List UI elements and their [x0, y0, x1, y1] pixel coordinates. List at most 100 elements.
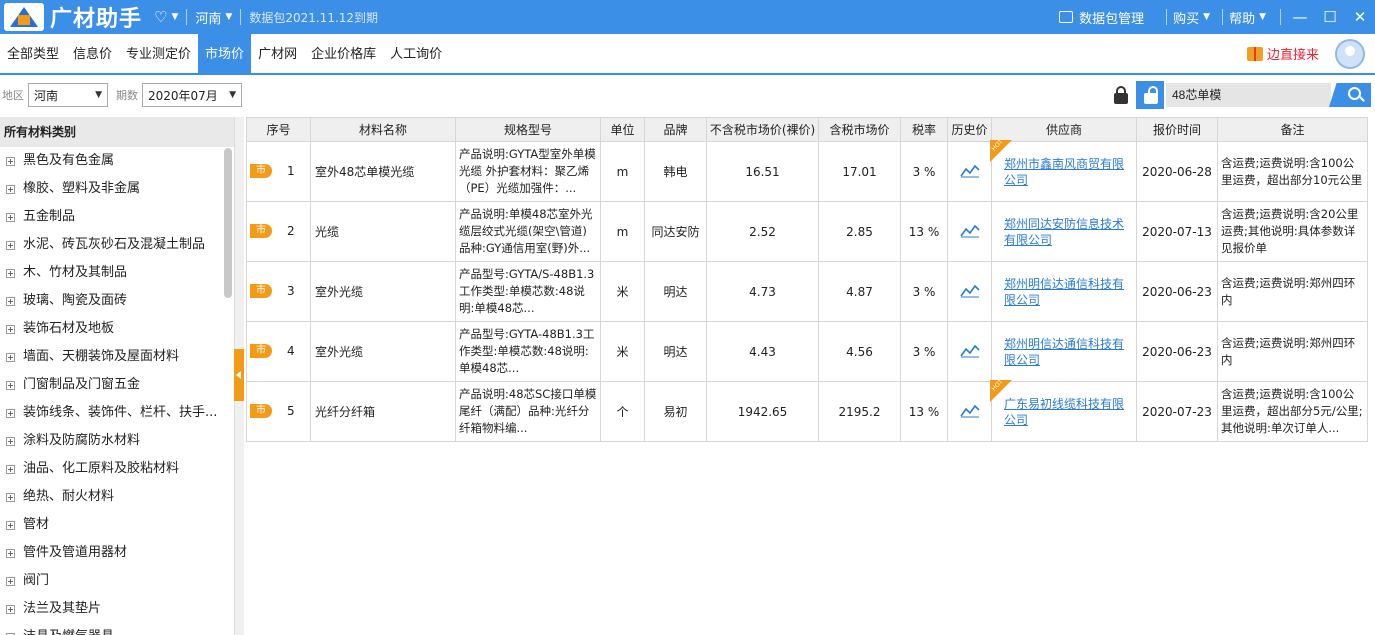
price-ex-tax-cell: 16.51	[706, 141, 819, 202]
supplier-link[interactable]: 郑州明信达通信科技有限公司	[1004, 277, 1124, 307]
quote-date-cell: 2020-07-23	[1136, 381, 1218, 442]
unlock-icon[interactable]	[1136, 81, 1164, 109]
spec-text: 产品说明:GYTA型室外单模光缆 外护套材料：聚乙烯（PE）光缆加强件：...	[459, 147, 596, 195]
minimize-icon[interactable]: —	[1285, 8, 1315, 26]
col-quote-date-header[interactable]: 报价时间	[1136, 117, 1218, 142]
supplier-link[interactable]: 郑州同达安防信息技术有限公司	[1004, 217, 1124, 247]
expand-icon[interactable]	[6, 408, 15, 418]
tab-all-types[interactable]: 全部类型	[0, 34, 66, 73]
tab-market-price[interactable]: 市场价	[198, 34, 252, 73]
sidebar-category-item[interactable]: 墙面、天棚装饰及屋面材料	[0, 343, 234, 371]
table-row[interactable]: 市 2 光缆 产品说明:单模48芯室外光缆层绞式光缆(架空\管道)品种:GY通信用室(…	[246, 201, 1368, 262]
sidebar-category-item[interactable]: 阀门	[0, 567, 234, 595]
tax-rate-cell: 3 %	[900, 141, 948, 202]
supplier-link[interactable]: 郑州市鑫南风商贸有限公司	[1004, 157, 1124, 187]
material-name: 室外光缆	[310, 321, 456, 382]
tab-professional-price[interactable]: 专业测定价	[119, 34, 198, 73]
tab-info-price[interactable]: 信息价	[66, 34, 119, 73]
sidebar-category-item[interactable]: 玻璃、陶瓷及面砖	[0, 287, 234, 315]
sidebar-category-item[interactable]: 五金制品	[0, 203, 234, 231]
tab-guangcai-web[interactable]: 广材网	[251, 34, 304, 73]
buy-menu[interactable]: 购买 ▼	[1173, 8, 1210, 27]
sidebar-category-item[interactable]: 管材	[0, 511, 234, 539]
search-input[interactable]	[1166, 83, 1331, 107]
expand-icon[interactable]	[6, 520, 15, 530]
sidebar-category-item[interactable]: 木、竹材及其制品	[0, 259, 234, 287]
chart-icon[interactable]	[959, 282, 980, 298]
expand-icon[interactable]	[6, 324, 15, 334]
collapse-sidebar-button[interactable]	[234, 349, 244, 401]
chart-icon[interactable]	[959, 342, 980, 358]
col-supplier-header[interactable]: 供应商	[991, 117, 1137, 142]
help-menu[interactable]: 帮助 ▼	[1229, 8, 1266, 27]
supplier-link[interactable]: 广东易初线缆科技有限公司	[1004, 397, 1124, 427]
expand-icon[interactable]	[6, 604, 15, 614]
sidebar-category-item[interactable]: 装饰线条、装饰件、栏杆、扶手...	[0, 399, 234, 427]
col-index-header[interactable]: 序号	[246, 117, 311, 142]
expand-icon[interactable]	[6, 352, 15, 362]
maximize-icon[interactable]: ☐	[1315, 8, 1345, 26]
expand-icon[interactable]	[6, 212, 15, 222]
table-row[interactable]: 市 3 室外光缆 产品型号:GYTA/S-48B1.3工作类型:单模芯数:48说明:单…	[246, 261, 1368, 322]
col-material-name-header[interactable]: 材料名称	[310, 117, 456, 142]
region-select[interactable]: 河南 ▼	[28, 83, 108, 107]
avatar-icon[interactable]	[1335, 39, 1365, 69]
expand-icon[interactable]	[6, 576, 15, 586]
nav-bar: 全部类型 信息价 专业测定价 市场价 广材网 企业价格库 人工询价 边直接来	[0, 34, 1375, 75]
sidebar-category-item[interactable]: 门窗制品及门窗五金	[0, 371, 234, 399]
close-icon[interactable]: ✕	[1345, 8, 1375, 26]
chevron-down-icon[interactable]: ▼	[171, 12, 178, 22]
col-tax-rate-header[interactable]: 税率	[900, 117, 948, 142]
col-spec-header[interactable]: 规格型号	[455, 117, 601, 142]
expand-icon[interactable]	[6, 464, 15, 474]
expand-icon[interactable]	[6, 240, 15, 250]
col-history-header[interactable]: 历史价	[947, 117, 992, 142]
sidebar-category-item[interactable]: 水泥、砖瓦灰砂石及混凝土制品	[0, 231, 234, 259]
table-row[interactable]: 市 1 室外48芯单模光缆 产品说明:GYTA型室外单模光缆 外护套材料：聚乙烯（PE…	[246, 140, 1368, 202]
col-price-ex-tax-header[interactable]: 不含税市场价(裸价)	[706, 117, 819, 142]
chart-icon[interactable]	[959, 402, 980, 418]
tab-manual-inquiry[interactable]: 人工询价	[383, 34, 449, 73]
col-price-in-tax-header[interactable]: 含税市场价	[818, 117, 901, 142]
table-row[interactable]: 市 4 室外光缆 产品型号:GYTA-48B1.3工作类型:单模芯数:48说明:单模4…	[246, 321, 1368, 382]
sidebar-category-item[interactable]: 黑色及有色金属	[0, 147, 234, 175]
expand-icon[interactable]	[6, 184, 15, 194]
expand-icon[interactable]	[6, 296, 15, 306]
chevron-down-icon[interactable]: ▼	[225, 12, 232, 22]
buy-label: 购买	[1173, 11, 1200, 27]
chart-icon[interactable]	[959, 162, 980, 178]
supplier-link[interactable]: 郑州明信达通信科技有限公司	[1004, 337, 1124, 367]
spec-text: 产品说明:48芯SC接口单模尾纤（满配）品种:光纤分纤箱物料编...	[459, 387, 597, 435]
region-selector[interactable]: 河南	[195, 8, 221, 27]
sidebar-category-item[interactable]: 油品、化工原料及胶粘材料	[0, 455, 234, 483]
sidebar-category-item[interactable]: 橡胶、塑料及非金属	[0, 175, 234, 203]
sidebar-category-item[interactable]: 涂料及防腐防水材料	[0, 427, 234, 455]
sidebar-category-item[interactable]: 绝热、耐火材料	[0, 483, 234, 511]
expand-icon[interactable]	[6, 380, 15, 390]
price-in-tax-cell: 2195.2	[818, 381, 901, 442]
expand-icon[interactable]	[6, 436, 15, 446]
period-select[interactable]: 2020年07月 ▼	[142, 83, 242, 107]
heart-icon[interactable]: ♡	[154, 8, 167, 26]
data-package-button[interactable]: 数据包管理	[1059, 8, 1144, 27]
sidebar-category-item[interactable]: 管件及管道用器材	[0, 539, 234, 567]
price-ex-tax-cell: 2.52	[706, 201, 819, 262]
sidebar-category-item[interactable]: 装饰石材及地板	[0, 315, 234, 343]
expand-icon[interactable]	[6, 268, 15, 278]
lock-icon[interactable]	[1111, 83, 1131, 107]
col-brand-header[interactable]: 品牌	[644, 117, 707, 142]
expand-icon[interactable]	[6, 548, 15, 558]
sidebar-category-item[interactable]: 洁具及燃气器具	[0, 623, 234, 635]
promo-banner[interactable]: 边直接来	[1246, 44, 1319, 63]
tab-enterprise-library[interactable]: 企业价格库	[304, 34, 383, 73]
table-row[interactable]: 市 5 光纤分纤箱 产品说明:48芯SC接口单模尾纤（满配）品种:光纤分纤箱物料编..…	[246, 380, 1368, 442]
expand-icon[interactable]	[6, 156, 15, 166]
col-unit-header[interactable]: 单位	[600, 117, 645, 142]
chart-icon[interactable]	[959, 222, 980, 238]
sidebar-category-item[interactable]: 法兰及其垫片	[0, 595, 234, 623]
col-remark-header[interactable]: 备注	[1217, 117, 1368, 142]
search-button[interactable]	[1329, 83, 1371, 107]
expand-icon[interactable]	[6, 492, 15, 502]
index-cell: 市4	[246, 321, 311, 382]
sidebar-scrollbar[interactable]	[224, 148, 232, 298]
